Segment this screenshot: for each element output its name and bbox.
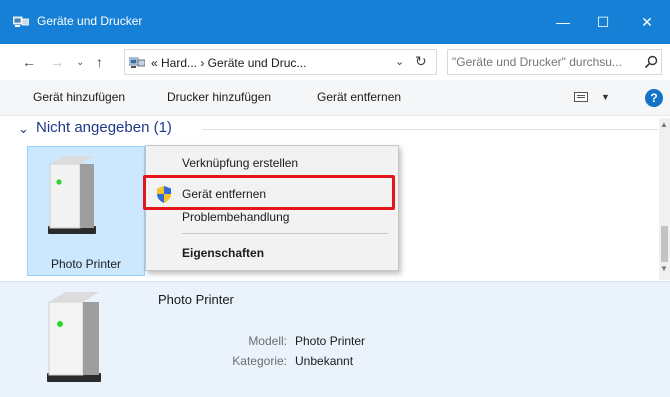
group-label[interactable]: Nicht angegeben (1) [36, 119, 172, 136]
devices-printers-icon [129, 57, 145, 68]
menu-item-label: Problembehandlung [182, 210, 290, 224]
menu-item-create-shortcut[interactable]: Verknüpfung erstellen [146, 152, 398, 174]
back-arrow-icon[interactable]: ← [22, 54, 36, 70]
category-label: Kategorie: [232, 354, 287, 368]
address-row: ← → ⌄ ↑ « Hard... › Geräte und Druc... ⌄… [0, 44, 670, 80]
category-value: Unbekannt [295, 354, 354, 368]
add-printer-button[interactable]: Drucker hinzufügen [167, 90, 271, 104]
up-arrow-icon[interactable]: ↑ [96, 54, 103, 70]
device-label: Photo Printer [50, 257, 122, 271]
printer-device-icon [47, 292, 101, 382]
group-collapse-chevron-icon[interactable]: ⌄ [18, 121, 29, 137]
menu-separator [182, 233, 388, 234]
address-bar[interactable]: « Hard... › Geräte und Druc... ⌄ ↻ [124, 49, 437, 75]
menu-item-properties[interactable]: Eigenschaften [146, 242, 398, 264]
window-title: Geräte und Drucker [37, 14, 143, 28]
refresh-icon[interactable]: ↻ [415, 53, 427, 70]
menu-item-label: Verknüpfung erstellen [182, 156, 299, 170]
add-device-button[interactable]: Gerät hinzufügen [33, 90, 125, 104]
address-dropdown-chevron-icon[interactable]: ⌄ [395, 55, 404, 68]
command-bar: Gerät hinzufügen Drucker hinzufügen Gerä… [0, 80, 670, 116]
view-options-icon[interactable] [574, 92, 588, 102]
group-header[interactable]: ⌄ Nicht angegeben (1) [18, 118, 658, 140]
scrollbar-thumb[interactable] [661, 226, 668, 262]
breadcrumb[interactable]: « Hard... › Geräte und Druc... [151, 56, 306, 70]
device-tile[interactable]: Photo Printer [27, 146, 145, 276]
printer-device-icon [48, 156, 96, 234]
remove-device-button[interactable]: Gerät entfernen [317, 90, 401, 104]
vertical-scrollbar[interactable]: ▲ ▼ [659, 118, 670, 280]
details-device-name: Photo Printer [158, 292, 234, 307]
forward-arrow-icon[interactable]: → [50, 54, 64, 70]
details-pane: Photo Printer Modell: Photo Printer Kate… [0, 281, 670, 397]
recent-locations-chevron-icon[interactable]: ⌄ [76, 57, 84, 68]
search-input[interactable] [452, 53, 634, 71]
maximize-button[interactable]: ☐ [580, 0, 626, 44]
scroll-up-icon[interactable]: ▲ [660, 120, 668, 129]
view-dropdown-arrow-icon[interactable]: ▼ [601, 92, 610, 102]
close-button[interactable]: ✕ [624, 0, 670, 44]
search-box[interactable] [447, 49, 662, 75]
highlight-box [143, 175, 395, 210]
group-divider [202, 129, 658, 130]
devices-printers-icon [13, 16, 29, 27]
model-value: Photo Printer [295, 334, 366, 348]
help-icon[interactable]: ? [645, 89, 663, 107]
scroll-down-icon[interactable]: ▼ [660, 264, 668, 273]
title-bar: Geräte und Drucker — ☐ ✕ [0, 0, 670, 44]
search-icon[interactable] [644, 55, 658, 69]
model-label: Modell: [248, 334, 287, 348]
menu-item-label: Eigenschaften [182, 246, 265, 260]
